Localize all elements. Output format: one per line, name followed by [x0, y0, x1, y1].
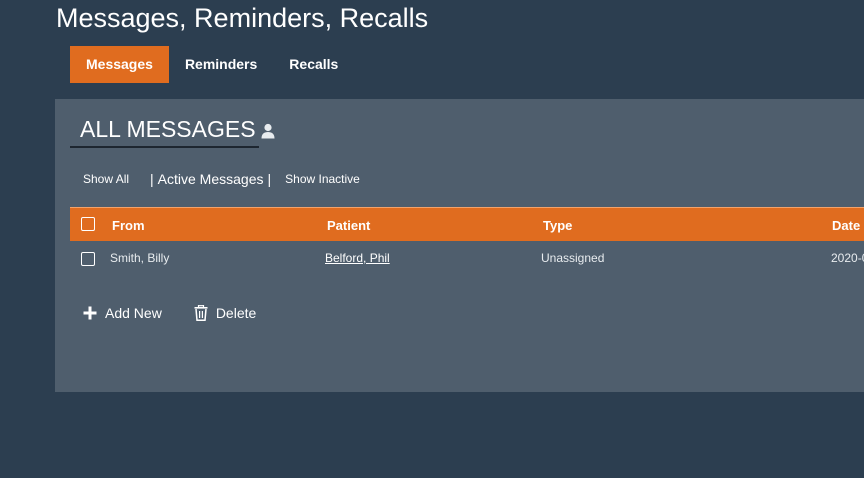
message-filters: Show All | Active Messages | Show Inacti…	[83, 169, 360, 189]
table-header: From Patient Type Date	[70, 207, 864, 241]
tab-recalls[interactable]: Recalls	[273, 46, 354, 83]
filter-show-all[interactable]: Show All	[83, 172, 129, 186]
column-header-patient[interactable]: Patient	[327, 208, 370, 243]
messages-panel: ALL MESSAGES Show All | Active Messages …	[55, 99, 864, 392]
tab-reminders[interactable]: Reminders	[169, 46, 273, 83]
filter-separator: |	[150, 171, 154, 187]
column-header-type[interactable]: Type	[543, 208, 572, 243]
filter-show-inactive[interactable]: Show Inactive	[285, 172, 360, 186]
cell-from: Smith, Billy	[110, 251, 170, 265]
table-actions: Add New Delete	[83, 303, 288, 323]
select-all-checkbox[interactable]	[81, 217, 95, 231]
column-header-from[interactable]: From	[112, 208, 145, 243]
delete-button[interactable]: Delete	[194, 305, 256, 321]
trash-icon	[194, 305, 208, 321]
row-checkbox[interactable]	[81, 252, 95, 266]
filter-separator: |	[267, 171, 272, 187]
add-new-label: Add New	[105, 305, 162, 321]
plus-icon	[83, 306, 97, 320]
column-header-date[interactable]: Date	[832, 208, 860, 243]
tab-messages[interactable]: Messages	[70, 46, 169, 83]
cell-type: Unassigned	[541, 251, 605, 265]
section-header: ALL MESSAGES	[70, 112, 259, 148]
table-row[interactable]: Smith, Billy Belford, Phil Unassigned 20…	[70, 241, 864, 275]
add-new-button[interactable]: Add New	[83, 305, 162, 321]
delete-label: Delete	[215, 305, 257, 321]
cell-date: 2020-0	[831, 251, 864, 265]
user-icon	[261, 123, 275, 139]
filter-active-messages[interactable]: Active Messages	[158, 171, 264, 187]
section-title: ALL MESSAGES	[80, 115, 256, 142]
cell-patient-link[interactable]: Belford, Phil	[325, 241, 390, 275]
tab-bar: Messages Reminders Recalls	[70, 46, 354, 83]
page-title: Messages, Reminders, Recalls	[56, 3, 429, 33]
